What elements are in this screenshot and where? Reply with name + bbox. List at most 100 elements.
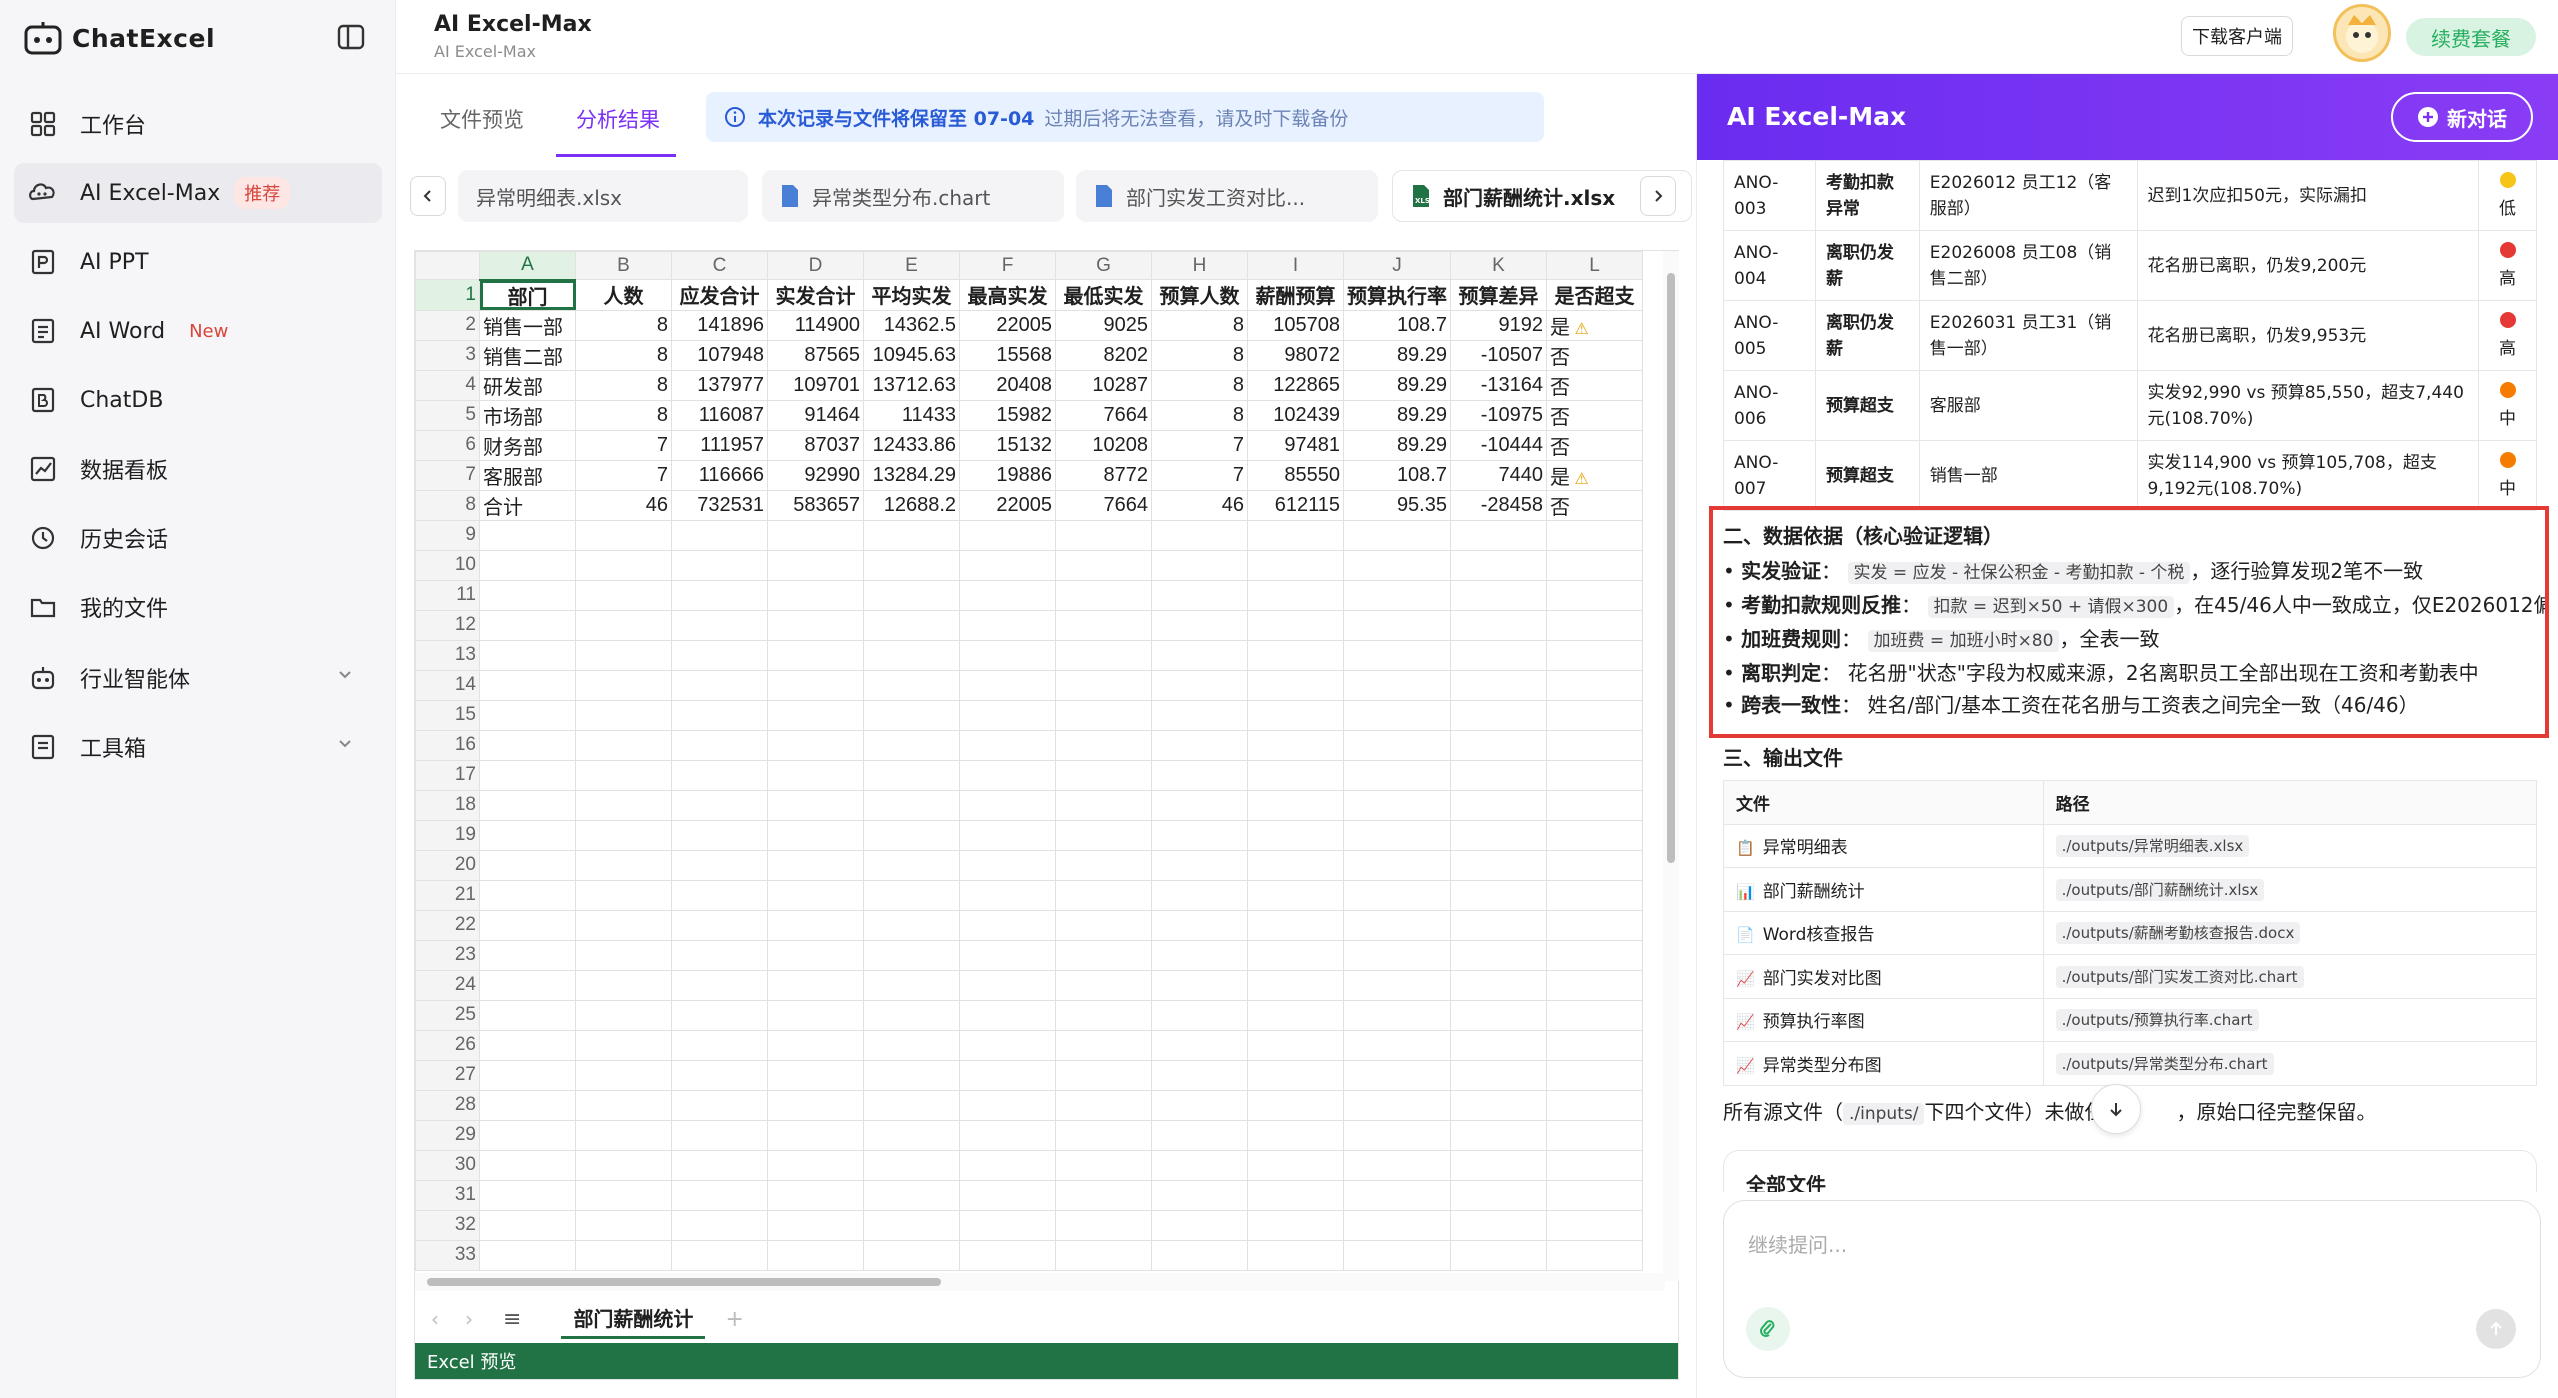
cell[interactable]: 612115 [1247, 489, 1344, 521]
cell[interactable] [959, 1029, 1056, 1061]
cell[interactable] [479, 879, 576, 911]
cell[interactable] [1247, 789, 1344, 821]
cell[interactable] [1055, 669, 1152, 701]
row-number[interactable]: 10 [415, 549, 480, 581]
cell[interactable] [575, 639, 672, 671]
cell[interactable] [1450, 789, 1547, 821]
cell[interactable] [1247, 999, 1344, 1031]
cell[interactable] [1343, 609, 1451, 641]
cell[interactable]: 15568 [959, 339, 1056, 371]
cell[interactable] [1151, 789, 1248, 821]
cell[interactable] [671, 759, 768, 791]
cell[interactable] [959, 1209, 1056, 1241]
cell[interactable] [575, 729, 672, 761]
chevron-down-icon[interactable] [338, 737, 352, 751]
download-client-button[interactable]: 下载客户端 [2181, 16, 2293, 56]
cell[interactable] [1450, 579, 1547, 611]
cell[interactable] [767, 879, 864, 911]
cell[interactable] [1343, 1059, 1451, 1091]
cell[interactable] [1151, 939, 1248, 971]
cell[interactable] [1247, 669, 1344, 701]
cell[interactable] [1343, 1089, 1451, 1121]
cell[interactable]: 89.29 [1343, 399, 1451, 431]
cell[interactable] [959, 729, 1056, 761]
cell[interactable] [1247, 1119, 1344, 1151]
cell[interactable] [959, 639, 1056, 671]
column-letter[interactable]: L [1546, 251, 1643, 280]
cell[interactable]: 11433 [863, 399, 960, 431]
cell[interactable] [1151, 819, 1248, 851]
cell[interactable] [863, 1089, 960, 1121]
cell[interactable] [767, 909, 864, 941]
cell[interactable] [1151, 849, 1248, 881]
cell[interactable] [1450, 1059, 1547, 1091]
cell[interactable] [959, 759, 1056, 791]
cell[interactable]: 12433.86 [863, 429, 960, 461]
cell[interactable]: 732531 [671, 489, 768, 521]
cell[interactable] [959, 1239, 1056, 1271]
cell[interactable] [959, 1119, 1056, 1151]
cell[interactable] [671, 1059, 768, 1091]
cell[interactable] [1450, 549, 1547, 581]
row-number[interactable]: 3 [415, 339, 480, 371]
cell[interactable] [575, 1059, 672, 1091]
cell[interactable] [1151, 1239, 1248, 1271]
cell[interactable] [1055, 699, 1152, 731]
sheet-tab-active[interactable]: 部门薪酬统计 [561, 1299, 706, 1339]
cell[interactable] [1151, 999, 1248, 1031]
cell[interactable] [479, 1119, 576, 1151]
cell[interactable]: 否 [1546, 369, 1643, 401]
cell[interactable] [479, 819, 576, 851]
cell[interactable] [863, 669, 960, 701]
row-number[interactable]: 8 [415, 489, 480, 521]
cell[interactable] [1546, 1239, 1643, 1271]
file-path[interactable]: ./outputs/异常明细表.xlsx [2055, 835, 2250, 858]
cell[interactable] [479, 1029, 576, 1061]
cell[interactable] [1151, 909, 1248, 941]
sheet-list-icon[interactable]: ≡ [503, 1307, 521, 1332]
column-letter[interactable]: D [767, 251, 864, 280]
cell[interactable] [1055, 1059, 1152, 1091]
cell[interactable] [1247, 1149, 1344, 1181]
cell[interactable] [863, 519, 960, 551]
cell[interactable] [959, 609, 1056, 641]
cell[interactable]: 最低实发 [1055, 279, 1152, 311]
cell[interactable] [479, 969, 576, 1001]
row-number[interactable]: 19 [415, 819, 480, 851]
cell[interactable] [1247, 1209, 1344, 1241]
cell[interactable] [575, 819, 672, 851]
cell[interactable] [1450, 999, 1547, 1031]
cell[interactable] [1546, 1209, 1643, 1241]
cell[interactable] [1546, 1059, 1643, 1091]
cell[interactable] [767, 669, 864, 701]
file-tabs-next-button[interactable] [1640, 176, 1676, 216]
cell[interactable] [1055, 1029, 1152, 1061]
cell[interactable] [671, 849, 768, 881]
cell[interactable] [575, 999, 672, 1031]
cell[interactable] [671, 579, 768, 611]
cell[interactable] [479, 849, 576, 881]
cell[interactable]: 85550 [1247, 459, 1344, 491]
chevron-left-icon[interactable]: ‹ [431, 1307, 439, 1331]
cell[interactable]: 8 [575, 369, 672, 401]
cell[interactable] [1151, 699, 1248, 731]
cell[interactable] [671, 669, 768, 701]
column-letter[interactable]: K [1450, 251, 1547, 280]
cell[interactable]: 15132 [959, 429, 1056, 461]
cell[interactable] [1055, 909, 1152, 941]
cell[interactable] [479, 1179, 576, 1211]
cell[interactable] [1546, 1179, 1643, 1211]
cell[interactable] [1247, 939, 1344, 971]
cell[interactable]: 应发合计 [671, 279, 768, 311]
cell[interactable]: 财务部 [479, 429, 576, 461]
collapse-sidebar-icon[interactable] [336, 22, 366, 52]
row-number[interactable]: 12 [415, 609, 480, 641]
cell[interactable] [959, 549, 1056, 581]
cell[interactable] [1546, 579, 1643, 611]
cell[interactable]: 最高实发 [959, 279, 1056, 311]
cell[interactable]: -10507 [1450, 339, 1547, 371]
cell[interactable]: 122865 [1247, 369, 1344, 401]
cell[interactable] [1151, 1209, 1248, 1241]
add-sheet-icon[interactable]: + [725, 1307, 743, 1332]
cell[interactable] [1055, 789, 1152, 821]
